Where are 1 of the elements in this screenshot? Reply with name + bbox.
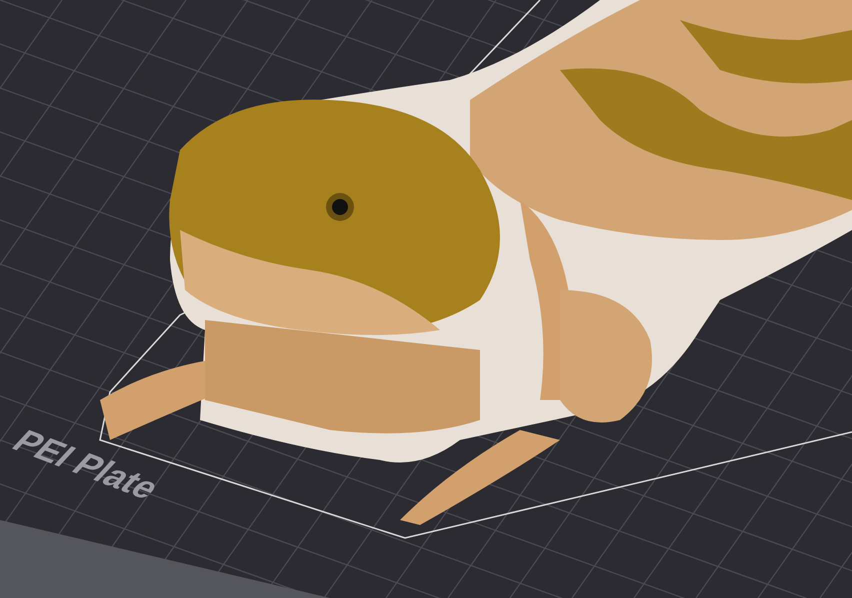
plate-label: PEI Plate [3, 424, 168, 507]
